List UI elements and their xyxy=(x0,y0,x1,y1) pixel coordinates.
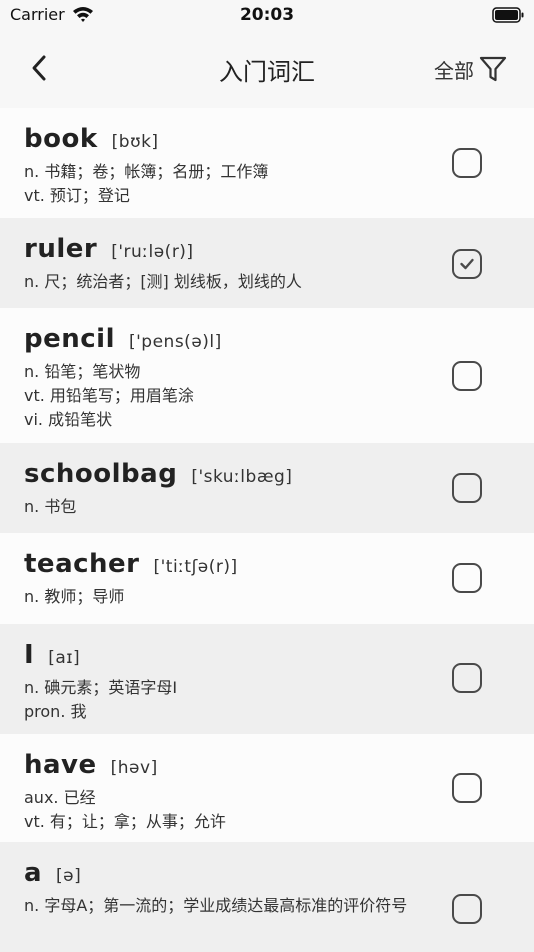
word-definition: aux. 已经 xyxy=(24,788,96,807)
word-text: schoolbag xyxy=(24,459,178,489)
word-text: teacher xyxy=(24,549,140,579)
word-definition: n. 铅笔；笔状物 xyxy=(24,362,141,381)
learned-checkbox[interactable] xyxy=(452,361,482,391)
navigation-bar: 入门词汇 全部 xyxy=(0,30,534,108)
word-definition: n. 教师；导师 xyxy=(24,587,125,606)
word-phonetic: [həv] xyxy=(110,758,158,778)
word-phonetic: [ə] xyxy=(56,866,82,886)
battery-icon xyxy=(492,7,524,23)
word-text: ruler xyxy=(24,234,98,264)
word-text: pencil xyxy=(24,324,115,354)
word-phonetic: [bʊk] xyxy=(111,132,159,152)
word-row: book [bʊk] n. 书籍；卷；帐簿；名册；工作簿 vt. 预订；登记 xyxy=(0,108,534,218)
word-row: schoolbag ['skuːlbæg] n. 书包 xyxy=(0,443,534,533)
learned-checkbox[interactable] xyxy=(452,563,482,593)
word-phonetic: ['skuːlbæg] xyxy=(191,467,293,487)
word-definition: n. 碘元素；英语字母I xyxy=(24,678,178,697)
status-time: 20:03 xyxy=(239,5,295,25)
filter-button[interactable]: 全部 xyxy=(434,52,508,86)
learned-checkbox[interactable] xyxy=(452,894,482,924)
filter-label: 全部 xyxy=(434,58,474,83)
word-definition: vt. 预订；登记 xyxy=(24,186,130,205)
word-definition: n. 书包 xyxy=(24,497,77,516)
word-list: book [bʊk] n. 书籍；卷；帐簿；名册；工作簿 vt. 预订；登记 r… xyxy=(0,108,534,952)
learned-checkbox[interactable] xyxy=(452,249,482,279)
word-row: have [həv] aux. 已经 vt. 有；让；拿；从事；允许 xyxy=(0,734,534,842)
word-phonetic: ['tiːtʃə(r)] xyxy=(153,557,238,577)
word-definition: n. 书籍；卷；帐簿；名册；工作簿 xyxy=(24,162,269,181)
word-row: a [ə] n. 字母A；第一流的；学业成绩达最高标准的评价符号 xyxy=(0,842,534,952)
word-phonetic: ['ruːlə(r)] xyxy=(111,242,194,262)
word-text: have xyxy=(24,750,97,780)
word-definition: vi. 成铅笔状 xyxy=(24,410,113,429)
word-row: I [aɪ] n. 碘元素；英语字母I pron. 我 xyxy=(0,624,534,734)
word-row: pencil ['pens(ə)l] n. 铅笔；笔状物 vt. 用铅笔写；用眉… xyxy=(0,308,534,443)
learned-checkbox[interactable] xyxy=(452,473,482,503)
word-text: a xyxy=(24,858,43,888)
word-definition: vt. 用铅笔写；用眉笔涂 xyxy=(24,386,194,405)
word-definition: n. 尺；统治者；[测] 划线板，划线的人 xyxy=(24,272,302,291)
checkmark-icon xyxy=(460,258,474,270)
word-text: book xyxy=(24,124,98,154)
learned-checkbox[interactable] xyxy=(452,663,482,693)
word-definition: vt. 有；让；拿；从事；允许 xyxy=(24,812,226,831)
word-phonetic: [aɪ] xyxy=(48,648,81,668)
word-definition: n. 字母A；第一流的；学业成绩达最高标准的评价符号 xyxy=(24,896,408,915)
word-text: I xyxy=(24,640,35,670)
learned-checkbox[interactable] xyxy=(452,148,482,178)
word-row: ruler ['ruːlə(r)] n. 尺；统治者；[测] 划线板，划线的人 xyxy=(0,218,534,308)
filter-icon xyxy=(479,56,507,82)
status-bar: Carrier 20:03 xyxy=(0,0,534,30)
word-row: teacher ['tiːtʃə(r)] n. 教师；导师 xyxy=(0,533,534,624)
learned-checkbox[interactable] xyxy=(452,773,482,803)
word-definition: pron. 我 xyxy=(24,702,87,721)
word-phonetic: ['pens(ə)l] xyxy=(129,332,222,352)
